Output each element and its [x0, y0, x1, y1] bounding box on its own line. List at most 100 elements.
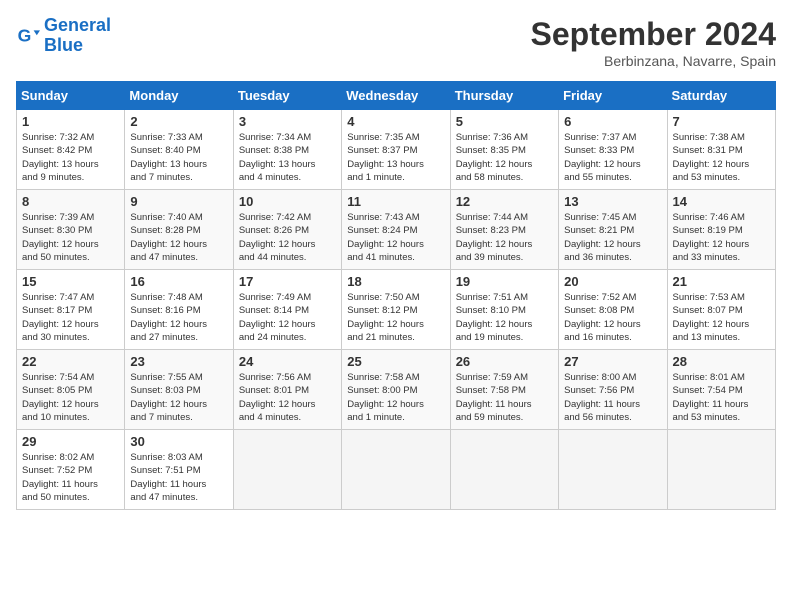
logo-icon: G [16, 24, 40, 48]
day-number: 8 [22, 194, 119, 209]
calendar-cell: 22 Sunrise: 7:54 AM Sunset: 8:05 PM Dayli… [17, 350, 125, 430]
day-number: 20 [564, 274, 661, 289]
day-number: 3 [239, 114, 336, 129]
calendar-cell [342, 430, 450, 510]
day-info: Sunrise: 7:49 AM Sunset: 8:14 PM Dayligh… [239, 291, 336, 344]
title-area: September 2024 Berbinzana, Navarre, Spai… [531, 16, 776, 69]
calendar-cell: 17 Sunrise: 7:49 AM Sunset: 8:14 PM Dayli… [233, 270, 341, 350]
column-header-wednesday: Wednesday [342, 82, 450, 110]
day-info: Sunrise: 7:40 AM Sunset: 8:28 PM Dayligh… [130, 211, 227, 264]
logo: G General Blue [16, 16, 111, 56]
day-info: Sunrise: 7:48 AM Sunset: 8:16 PM Dayligh… [130, 291, 227, 344]
calendar-cell: 3 Sunrise: 7:34 AM Sunset: 8:38 PM Daylig… [233, 110, 341, 190]
day-info: Sunrise: 8:03 AM Sunset: 7:51 PM Dayligh… [130, 451, 227, 504]
day-info: Sunrise: 7:47 AM Sunset: 8:17 PM Dayligh… [22, 291, 119, 344]
calendar-cell: 9 Sunrise: 7:40 AM Sunset: 8:28 PM Daylig… [125, 190, 233, 270]
calendar-cell: 4Sunrise: 7:35 AM Sunset: 8:37 PM Daylig… [342, 110, 450, 190]
day-number: 28 [673, 354, 770, 369]
day-number: 25 [347, 354, 444, 369]
calendar-header: SundayMondayTuesdayWednesdayThursdayFrid… [17, 82, 776, 110]
day-number: 24 [239, 354, 336, 369]
page-header: G General Blue September 2024 Berbinzana… [16, 16, 776, 69]
calendar-cell: 20 Sunrise: 7:52 AM Sunset: 8:08 PM Dayli… [559, 270, 667, 350]
day-info: Sunrise: 7:34 AM Sunset: 8:38 PM Dayligh… [239, 131, 336, 184]
column-header-sunday: Sunday [17, 82, 125, 110]
calendar-cell: 12 Sunrise: 7:44 AM Sunset: 8:23 PM Dayli… [450, 190, 558, 270]
calendar-cell: 10 Sunrise: 7:42 AM Sunset: 8:26 PM Dayli… [233, 190, 341, 270]
week-row-3: 15 Sunrise: 7:47 AM Sunset: 8:17 PM Dayli… [17, 270, 776, 350]
day-info: Sunrise: 7:54 AM Sunset: 8:05 PM Dayligh… [22, 371, 119, 424]
column-header-thursday: Thursday [450, 82, 558, 110]
day-number: 1 [22, 114, 119, 129]
day-number: 13 [564, 194, 661, 209]
day-number: 18 [347, 274, 444, 289]
calendar-cell: 28 Sunrise: 8:01 AM Sunset: 7:54 PM Dayli… [667, 350, 775, 430]
day-number: 29 [22, 434, 119, 449]
column-header-monday: Monday [125, 82, 233, 110]
day-number: 15 [22, 274, 119, 289]
day-number: 21 [673, 274, 770, 289]
day-info: Sunrise: 7:50 AM Sunset: 8:12 PM Dayligh… [347, 291, 444, 344]
day-info: Sunrise: 7:36 AM Sunset: 8:35 PM Dayligh… [456, 131, 553, 184]
day-info: Sunrise: 7:55 AM Sunset: 8:03 PM Dayligh… [130, 371, 227, 424]
day-number: 11 [347, 194, 444, 209]
svg-text:G: G [18, 25, 32, 45]
calendar-body: 1 Sunrise: 7:32 AM Sunset: 8:42 PM Daylig… [17, 110, 776, 510]
day-info: Sunrise: 7:44 AM Sunset: 8:23 PM Dayligh… [456, 211, 553, 264]
day-number: 2 [130, 114, 227, 129]
calendar-cell: 29 Sunrise: 8:02 AM Sunset: 7:52 PM Dayli… [17, 430, 125, 510]
header-row: SundayMondayTuesdayWednesdayThursdayFrid… [17, 82, 776, 110]
day-number: 6 [564, 114, 661, 129]
month-title: September 2024 [531, 16, 776, 53]
day-number: 27 [564, 354, 661, 369]
calendar-cell: 1 Sunrise: 7:32 AM Sunset: 8:42 PM Daylig… [17, 110, 125, 190]
day-number: 17 [239, 274, 336, 289]
location: Berbinzana, Navarre, Spain [531, 53, 776, 69]
day-info: Sunrise: 7:52 AM Sunset: 8:08 PM Dayligh… [564, 291, 661, 344]
calendar-cell: 23 Sunrise: 7:55 AM Sunset: 8:03 PM Dayli… [125, 350, 233, 430]
column-header-tuesday: Tuesday [233, 82, 341, 110]
day-info: Sunrise: 7:43 AM Sunset: 8:24 PM Dayligh… [347, 211, 444, 264]
day-number: 23 [130, 354, 227, 369]
day-number: 5 [456, 114, 553, 129]
day-number: 22 [22, 354, 119, 369]
calendar-cell: 14Sunrise: 7:46 AM Sunset: 8:19 PM Dayli… [667, 190, 775, 270]
calendar-cell: 11 Sunrise: 7:43 AM Sunset: 8:24 PM Dayli… [342, 190, 450, 270]
calendar-cell: 16Sunrise: 7:48 AM Sunset: 8:16 PM Dayli… [125, 270, 233, 350]
calendar-cell [667, 430, 775, 510]
day-info: Sunrise: 7:58 AM Sunset: 8:00 PM Dayligh… [347, 371, 444, 424]
calendar-cell: 27Sunrise: 8:00 AM Sunset: 7:56 PM Dayli… [559, 350, 667, 430]
day-info: Sunrise: 8:02 AM Sunset: 7:52 PM Dayligh… [22, 451, 119, 504]
calendar-cell: 19Sunrise: 7:51 AM Sunset: 8:10 PM Dayli… [450, 270, 558, 350]
day-info: Sunrise: 7:51 AM Sunset: 8:10 PM Dayligh… [456, 291, 553, 344]
calendar-cell: 30 Sunrise: 8:03 AM Sunset: 7:51 PM Dayli… [125, 430, 233, 510]
day-info: Sunrise: 7:35 AM Sunset: 8:37 PM Dayligh… [347, 131, 444, 184]
calendar-cell: 5 Sunrise: 7:36 AM Sunset: 8:35 PM Daylig… [450, 110, 558, 190]
day-info: Sunrise: 7:33 AM Sunset: 8:40 PM Dayligh… [130, 131, 227, 184]
week-row-2: 8Sunrise: 7:39 AM Sunset: 8:30 PM Daylig… [17, 190, 776, 270]
day-number: 10 [239, 194, 336, 209]
day-number: 26 [456, 354, 553, 369]
calendar-cell: 15 Sunrise: 7:47 AM Sunset: 8:17 PM Dayli… [17, 270, 125, 350]
day-number: 7 [673, 114, 770, 129]
week-row-5: 29 Sunrise: 8:02 AM Sunset: 7:52 PM Dayli… [17, 430, 776, 510]
calendar-cell [233, 430, 341, 510]
day-info: Sunrise: 7:42 AM Sunset: 8:26 PM Dayligh… [239, 211, 336, 264]
calendar-cell: 26Sunrise: 7:59 AM Sunset: 7:58 PM Dayli… [450, 350, 558, 430]
column-header-friday: Friday [559, 82, 667, 110]
calendar-cell: 2 Sunrise: 7:33 AM Sunset: 8:40 PM Daylig… [125, 110, 233, 190]
day-info: Sunrise: 7:46 AM Sunset: 8:19 PM Dayligh… [673, 211, 770, 264]
calendar-table: SundayMondayTuesdayWednesdayThursdayFrid… [16, 81, 776, 510]
day-info: Sunrise: 7:32 AM Sunset: 8:42 PM Dayligh… [22, 131, 119, 184]
calendar-cell [450, 430, 558, 510]
day-number: 9 [130, 194, 227, 209]
week-row-4: 22 Sunrise: 7:54 AM Sunset: 8:05 PM Dayli… [17, 350, 776, 430]
day-info: Sunrise: 8:01 AM Sunset: 7:54 PM Dayligh… [673, 371, 770, 424]
logo-blue: Blue [44, 35, 83, 55]
day-info: Sunrise: 7:45 AM Sunset: 8:21 PM Dayligh… [564, 211, 661, 264]
logo-text: General Blue [44, 16, 111, 56]
calendar-cell: 21Sunrise: 7:53 AM Sunset: 8:07 PM Dayli… [667, 270, 775, 350]
day-number: 12 [456, 194, 553, 209]
day-number: 30 [130, 434, 227, 449]
calendar-cell [559, 430, 667, 510]
